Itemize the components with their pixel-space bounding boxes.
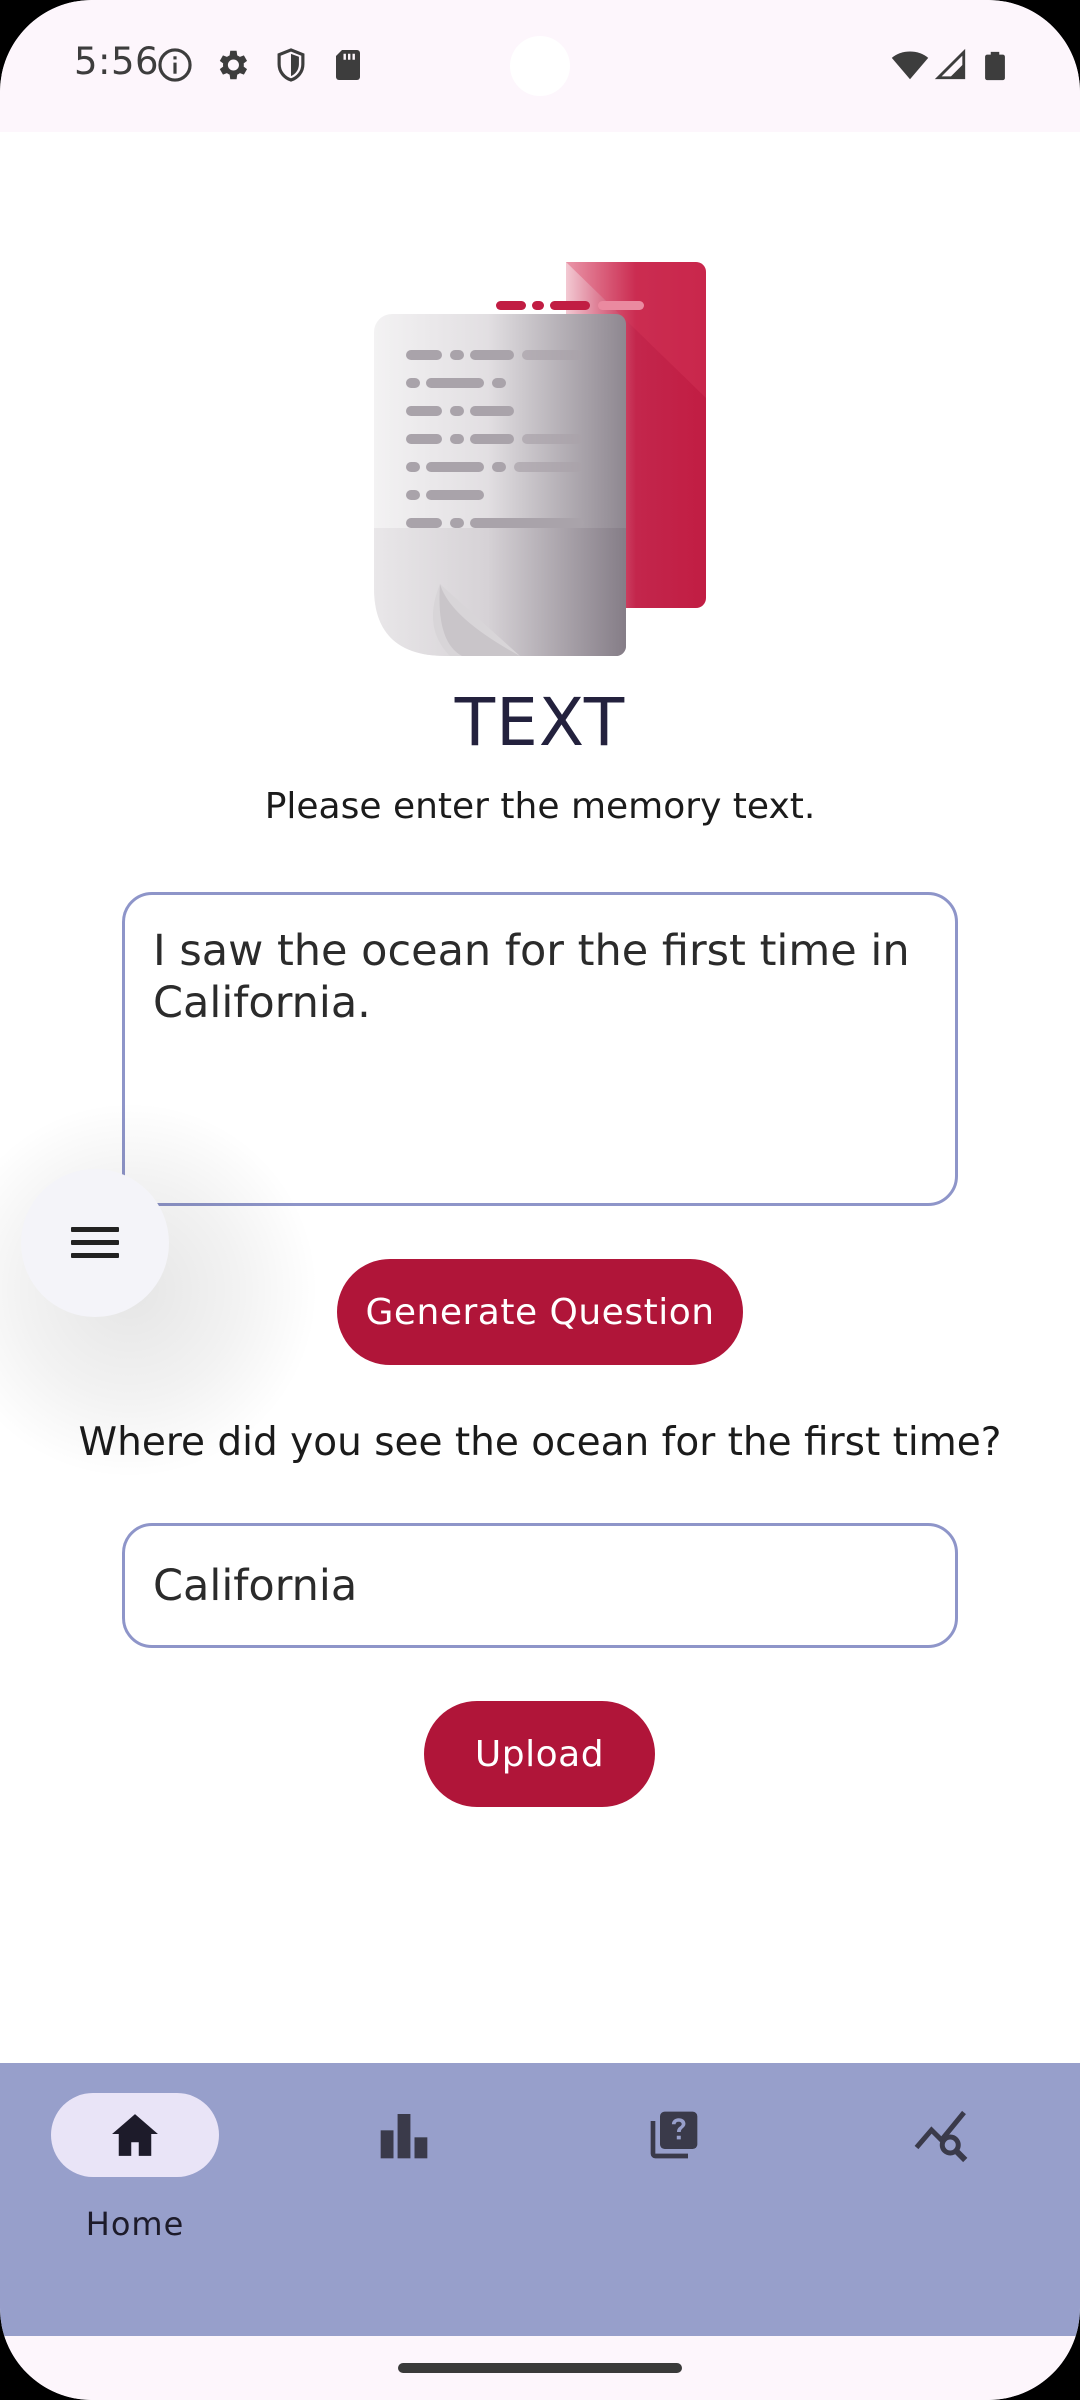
bottom-navigation: Home bbox=[0, 2063, 1080, 2336]
bar-chart-icon bbox=[380, 2114, 428, 2159]
document-icon bbox=[374, 262, 706, 656]
nav-item-analytics[interactable] bbox=[860, 2093, 1030, 2273]
nav-label-home: Home bbox=[85, 2205, 185, 2243]
nav-item-quiz[interactable] bbox=[590, 2093, 760, 2273]
answer-input[interactable]: California bbox=[122, 1523, 958, 1648]
generate-question-button[interactable]: Generate Question bbox=[337, 1259, 743, 1365]
nav-item-stats[interactable] bbox=[320, 2093, 490, 2273]
status-bar: 5:56 bbox=[0, 0, 1080, 132]
page-subtitle: Please enter the memory text. bbox=[264, 786, 816, 827]
query-stats-icon bbox=[914, 2110, 968, 2163]
camera-cutout bbox=[510, 36, 570, 96]
wifi-icon bbox=[891, 51, 929, 80]
battery-icon bbox=[985, 51, 1005, 81]
nav-item-home[interactable]: Home bbox=[51, 2093, 221, 2273]
home-icon bbox=[112, 2114, 158, 2156]
phone-screen: 5:56 TEXT Please enter the memory text. … bbox=[0, 0, 1080, 2400]
sd-card-icon bbox=[336, 50, 360, 80]
nav-active-indicator bbox=[51, 2093, 219, 2177]
settings-icon bbox=[219, 50, 248, 80]
menu-icon bbox=[71, 1227, 119, 1258]
signal-icon bbox=[934, 48, 966, 80]
home-gesture-bar[interactable] bbox=[398, 2363, 682, 2373]
menu-fab-button[interactable] bbox=[21, 1169, 169, 1317]
page-title: TEXT bbox=[454, 684, 626, 761]
quiz-icon bbox=[650, 2111, 698, 2159]
upload-button[interactable]: Upload bbox=[424, 1701, 655, 1807]
shield-icon bbox=[277, 48, 305, 82]
status-time: 5:56 bbox=[74, 40, 160, 83]
info-icon bbox=[158, 48, 192, 82]
